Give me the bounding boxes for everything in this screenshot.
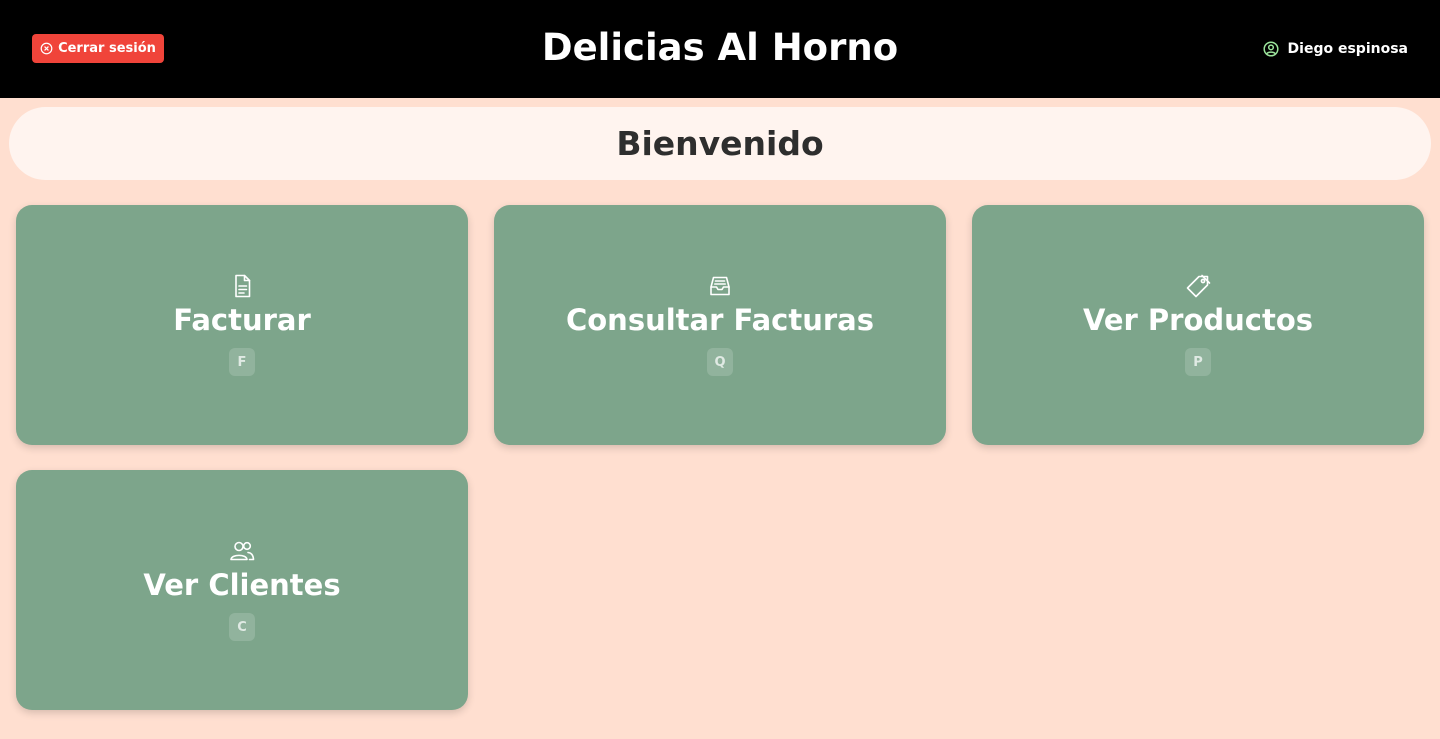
app-title: Delicias Al Horno (541, 26, 899, 69)
user-circle-icon (1262, 41, 1279, 57)
shortcut-badge: Q (707, 348, 733, 376)
document-icon (228, 272, 256, 300)
tag-icon (1184, 272, 1212, 300)
card-label: Ver Clientes (143, 568, 341, 602)
user-menu[interactable]: Diego espinosa (1262, 37, 1408, 61)
card-ver-clientes[interactable]: Ver Clientes C (16, 470, 468, 710)
top-bar: Cerrar sesión Delicias Al Horno Diego es… (0, 0, 1440, 98)
shortcut-badge: P (1185, 348, 1211, 376)
card-facturar[interactable]: Facturar F (16, 205, 468, 445)
card-ver-productos[interactable]: Ver Productos P (972, 205, 1424, 445)
welcome-banner: Bienvenido (9, 107, 1431, 180)
user-name: Diego espinosa (1287, 41, 1408, 57)
card-label: Consultar Facturas (565, 303, 875, 337)
shortcut-badge: C (229, 613, 255, 641)
card-label: Ver Productos (1082, 303, 1314, 337)
card-label: Facturar (173, 303, 311, 337)
users-icon (228, 537, 256, 565)
card-consultar-facturas[interactable]: Consultar Facturas Q (494, 205, 946, 445)
shortcut-badge: F (229, 348, 255, 376)
inbox-icon (706, 272, 734, 300)
